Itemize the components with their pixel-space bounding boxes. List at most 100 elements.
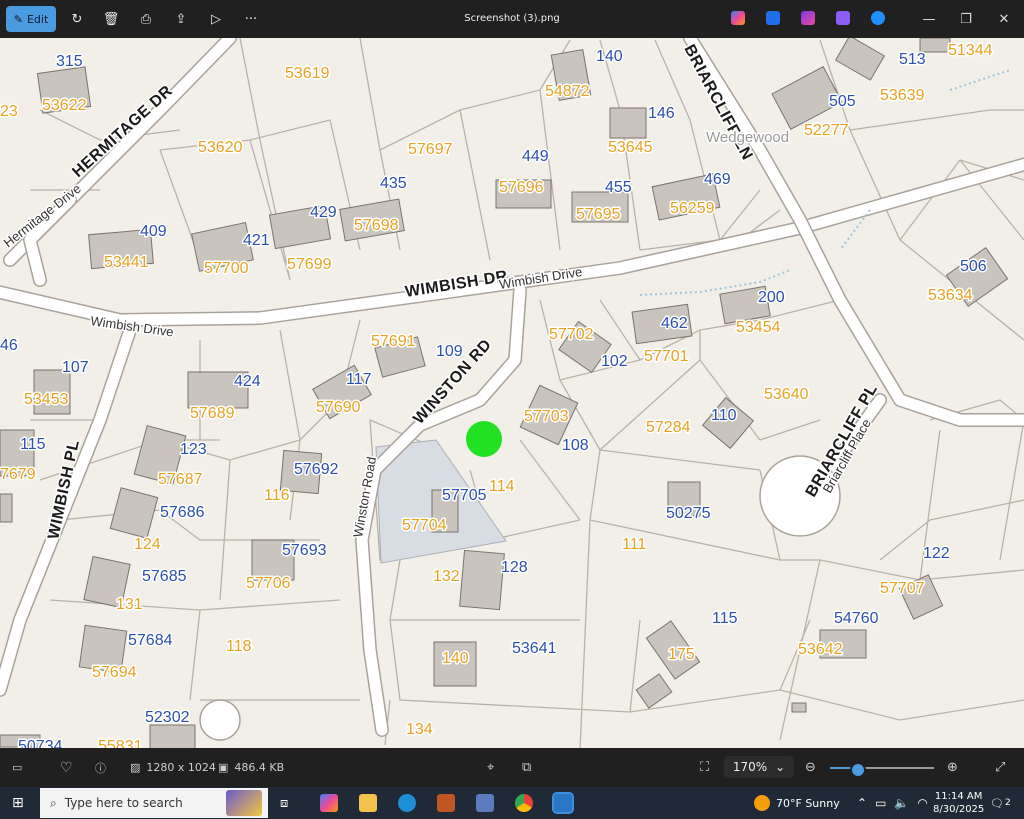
parcel-id-label: 54872: [545, 83, 590, 100]
address-label: 513: [899, 51, 926, 68]
designer-icon[interactable]: [766, 11, 780, 25]
zoom-out-icon[interactable]: ⊖: [805, 748, 816, 787]
zoom-level-value: 170%: [732, 760, 768, 774]
parcel-id-label: 52277: [804, 122, 849, 139]
info-icon[interactable]: ⓘ: [95, 748, 106, 787]
app-toolbar: Screenshot (3).png ✎ Edit ↻ 🗑 ⎙ ⇪ ▷ ··· …: [0, 0, 1024, 38]
maximize-button[interactable]: ❐: [947, 6, 985, 32]
address-label: 50734: [18, 738, 63, 748]
notepad-icon[interactable]: [476, 794, 494, 812]
rotate-icon[interactable]: ↻: [64, 6, 90, 32]
chevron-up-icon[interactable]: ⌃: [857, 796, 867, 810]
onedrive-icon[interactable]: [871, 11, 885, 25]
photos-taskbar-icon[interactable]: [552, 792, 574, 814]
parcel-id-label: 57706: [246, 575, 291, 592]
taskbar-clock[interactable]: 11:14 AM 8/30/2025: [933, 787, 984, 819]
edit-icon: ✎: [13, 12, 23, 26]
close-button[interactable]: ✕: [985, 6, 1023, 32]
parcel-id-label: 57284: [646, 419, 691, 436]
search-highlight-icon: [226, 790, 262, 816]
parcel-id-label: 57704: [402, 517, 447, 534]
clock-time: 11:14 AM: [934, 791, 983, 802]
parcel-id-label: 53642: [798, 641, 843, 658]
parcel-id-label: 114: [489, 478, 515, 495]
parcel-id-label: 53639: [880, 87, 925, 104]
photos-app-icon[interactable]: [836, 11, 850, 25]
address-label: 424: [234, 373, 261, 390]
parcel-id-label: 53622: [42, 97, 87, 114]
weather-widget[interactable]: 70°F Sunny: [754, 787, 840, 819]
parcel-id-label: 57697: [408, 141, 453, 158]
fit-to-window-icon[interactable]: ⛶: [700, 748, 709, 787]
wifi-icon[interactable]: ◠: [917, 796, 927, 810]
zoom-in-icon[interactable]: ⊕: [947, 748, 958, 787]
copilot-taskbar-icon[interactable]: [320, 794, 338, 812]
road-label: Hermitage Drive: [1, 181, 84, 251]
minimize-button[interactable]: —: [910, 6, 948, 32]
taskbar-search-box[interactable]: ⌕ Type here to search: [40, 788, 268, 818]
address-label: 108: [562, 437, 589, 454]
edit-button[interactable]: ✎ Edit: [6, 6, 56, 32]
media-player-icon[interactable]: [437, 794, 455, 812]
fullscreen-icon[interactable]: ⤢: [995, 748, 1005, 787]
zoom-slider-thumb[interactable]: [850, 762, 867, 778]
parcel-id-label: 57687: [158, 471, 203, 488]
parcel-id-label: 53634: [928, 287, 973, 304]
parcel-id-label: 131: [116, 596, 143, 613]
text-extract-icon[interactable]: ⧉: [522, 748, 531, 787]
address-label: 435: [380, 175, 407, 192]
windows-start-icon[interactable]: ⊞: [12, 787, 24, 819]
zoom-slider[interactable]: [830, 762, 934, 778]
parcel-id-label: 57701: [644, 348, 689, 365]
parcel-map[interactable]: HERMITAGE DR Hermitage Drive BRIARCLIFF …: [0, 38, 1024, 748]
address-label: 128: [501, 559, 528, 576]
parcel-id-label: 57689: [190, 405, 235, 422]
edge-browser-icon[interactable]: [398, 794, 416, 812]
address-label: 123: [180, 441, 207, 458]
notification-icon: 🗨: [990, 796, 1004, 810]
address-label: 46: [0, 337, 18, 354]
copilot-icon[interactable]: [731, 11, 745, 25]
clipchamp-icon[interactable]: [801, 11, 815, 25]
image-icon: ▨: [130, 761, 141, 774]
parcel-id-label: 57700: [204, 260, 249, 277]
parcel-id-label: 57696: [499, 179, 544, 196]
address-label: 315: [56, 53, 83, 70]
parcel-id-label: 57690: [316, 399, 361, 416]
place-label: Wedgewood: [706, 129, 789, 146]
parcel-id-label: 53620: [198, 139, 243, 156]
favorite-icon[interactable]: ♡: [60, 748, 73, 787]
address-label: 52302: [145, 709, 190, 726]
visual-search-icon[interactable]: ⌖: [487, 748, 494, 787]
parcel-id-label: 53645: [608, 139, 653, 156]
file-explorer-icon[interactable]: [359, 794, 377, 812]
parcel-id-label: 57707: [880, 580, 925, 597]
parcel-id-label: 53454: [736, 319, 781, 336]
parcel-id-label: 51344: [948, 42, 993, 59]
delete-icon[interactable]: 🗑: [98, 6, 124, 32]
filmstrip-icon[interactable]: ▭: [12, 748, 22, 787]
print-icon[interactable]: ⎙: [133, 6, 159, 32]
image-filesize: 486.4 KB: [234, 761, 285, 774]
chevron-down-icon: ⌄: [775, 760, 786, 774]
address-label: 53641: [512, 640, 557, 657]
address-label: 505: [829, 93, 856, 110]
volume-icon[interactable]: 🔈: [894, 796, 909, 810]
battery-icon[interactable]: ▭: [875, 796, 886, 810]
address-label: 117: [346, 371, 372, 388]
parcel-id-label: 134: [406, 721, 433, 738]
zoom-level-dropdown[interactable]: 170% ⌄: [724, 756, 794, 778]
chrome-browser-icon[interactable]: [515, 794, 533, 812]
more-options-button[interactable]: ···: [238, 6, 264, 32]
parcel-id-label: 118: [226, 638, 252, 655]
parcel-id-label: 140: [442, 650, 469, 667]
share-icon[interactable]: ⇪: [168, 6, 194, 32]
notification-center[interactable]: 🗨 2: [990, 787, 1011, 819]
task-view-icon[interactable]: ⧈: [280, 787, 288, 819]
address-label: 146: [648, 105, 675, 122]
address-label: 449: [522, 148, 549, 165]
parcel-id-label: 57699: [287, 256, 332, 273]
slideshow-icon[interactable]: ▷: [203, 6, 229, 32]
parcel-id-label: 53640: [764, 386, 809, 403]
road-label: Wimbish Drive: [498, 264, 583, 292]
